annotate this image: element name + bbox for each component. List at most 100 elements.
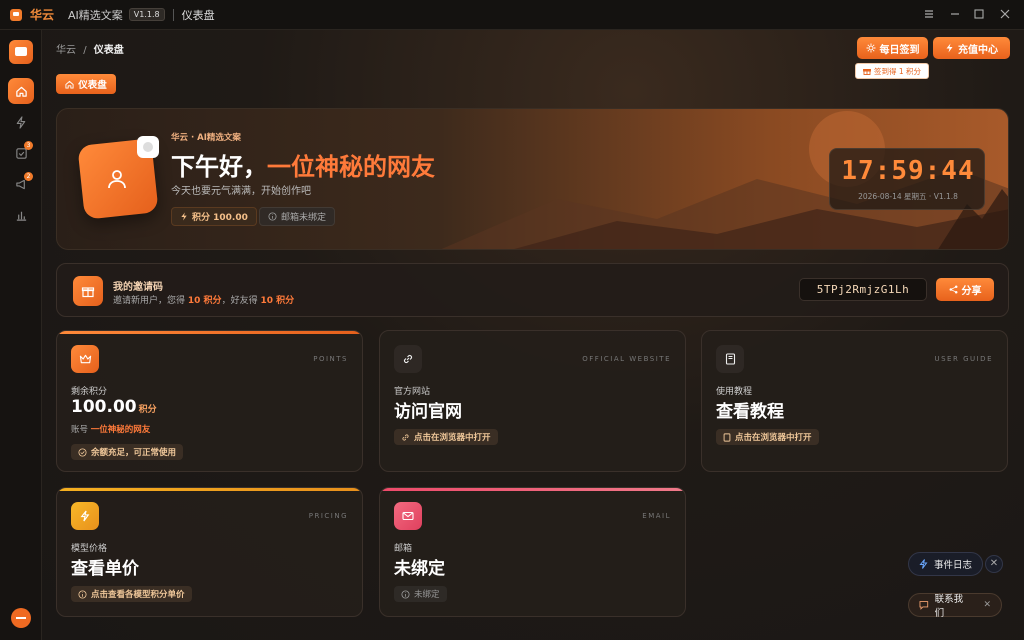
card-label: 剩余积分 — [71, 387, 108, 397]
card-tag: EMAIL — [642, 512, 671, 520]
user-icon — [108, 170, 126, 189]
share-icon — [949, 285, 957, 294]
card-accent-bar — [57, 488, 362, 491]
share-label: 分享 — [961, 286, 982, 297]
points-unit: 积分 — [138, 405, 157, 415]
sidebar-item-home[interactable] — [8, 78, 34, 104]
pricing-card[interactable]: PRICING 模型价格 查看单价 点击查看各模型积分单价 — [56, 487, 363, 617]
user-guide-card[interactable]: USER GUIDE 使用教程 查看教程 点击在浏览器中打开 — [701, 330, 1008, 472]
sidebar-item-notices[interactable]: 2 — [8, 171, 34, 197]
card-tag: POINTS — [313, 355, 348, 363]
card-accent-bar — [57, 331, 362, 334]
open-in-browser-text: 点击在浏览器中打开 — [735, 433, 812, 443]
daily-checkin-button[interactable]: 每日签到 — [857, 37, 928, 59]
hero-greeting: 下午好，一位神秘的网友 — [171, 147, 435, 182]
tasks-count-badge: 3 — [24, 141, 33, 150]
email-card[interactable]: EMAIL 邮箱 未绑定 未绑定 — [379, 487, 686, 617]
open-in-browser-chip[interactable]: 点击在浏览器中打开 — [394, 429, 498, 445]
avatar-edit-badge[interactable] — [137, 136, 159, 158]
event-log-label: 事件日志 — [934, 560, 973, 571]
official-website-card[interactable]: OFFICIAL WEBSITE 官方网站 访问官网 点击在浏览器中打开 — [379, 330, 686, 472]
chat-icon — [919, 601, 929, 610]
clock-time: 17:59:44 — [841, 156, 975, 186]
version-badge: V1.1.8 — [128, 8, 165, 21]
account-line: 账号 一位神秘的网友 — [71, 423, 150, 435]
home-icon — [65, 80, 74, 89]
points-value: 100.00 — [71, 397, 137, 417]
card-tag: OFFICIAL WEBSITE — [582, 355, 671, 363]
event-log-button[interactable]: 事件日志 — [908, 552, 984, 576]
card-value: 查看单价 — [71, 559, 139, 579]
book-icon — [723, 432, 731, 442]
close-contact-icon[interactable]: ✕ — [983, 600, 991, 610]
card-value: 访问官网 — [394, 402, 462, 422]
account-name: 一位神秘的网友 — [90, 425, 151, 435]
recharge-center-button[interactable]: 充值中心 — [933, 37, 1010, 59]
title-divider — [172, 8, 174, 21]
bar-chart-icon — [16, 211, 26, 221]
contact-us-label: 联系我们 — [934, 594, 964, 619]
contact-us-button[interactable]: 联系我们 ✕ — [908, 593, 1002, 619]
breadcrumb-current: 仪表盘 — [93, 45, 124, 56]
maximize-icon[interactable] — [970, 6, 988, 24]
link-icon — [394, 345, 422, 373]
invite-desc-prefix: 邀请新用户，您得 — [113, 296, 186, 306]
notices-count-badge: 2 — [24, 172, 33, 181]
checkin-tooltip: 签到得 1 积分 — [855, 63, 929, 79]
info-circle-icon — [78, 589, 87, 599]
invite-code[interactable]: 5TPj2RmjzG1Lh — [799, 278, 927, 301]
invite-desc-mid: ，好友得 — [221, 296, 258, 306]
invite-reward-self: 10 积分 — [187, 296, 222, 306]
invite-reward-friend: 10 积分 — [260, 296, 295, 306]
card-label: 模型价格 — [71, 544, 108, 554]
book-icon — [716, 345, 744, 373]
gift-icon — [863, 69, 871, 75]
points-chip: 积分 100.00 — [171, 207, 257, 226]
info-circle-icon — [268, 212, 277, 221]
account-prefix: 账号 — [71, 425, 89, 435]
sidebar-item-tasks[interactable]: 3 — [8, 140, 34, 166]
lightning-icon — [16, 115, 26, 129]
points-card: POINTS 剩余积分 100.00 积分 账号 一位神秘的网友 余额充足，可正常… — [56, 330, 363, 472]
card-label: 邮箱 — [394, 544, 413, 554]
clock-panel: 17:59:44 2026-08-14 星期五 · V1.1.8 — [829, 148, 985, 210]
sun-icon — [866, 43, 875, 53]
lightning-icon — [71, 502, 99, 530]
lightning-icon — [946, 43, 953, 53]
card-label: 使用教程 — [716, 387, 753, 397]
sidebar-item-stats[interactable] — [8, 202, 34, 228]
breadcrumb-root[interactable]: 华云 — [56, 45, 76, 56]
check-circle-icon — [78, 447, 87, 457]
username: 一位神秘的网友 — [267, 153, 435, 181]
greeting-text: 下午好， — [171, 153, 267, 181]
points-balance: 100.00 积分 — [71, 397, 157, 417]
open-in-browser-chip[interactable]: 点击在浏览器中打开 — [716, 429, 819, 445]
open-in-browser-text: 点击在浏览器中打开 — [414, 433, 491, 443]
card-label: 官方网站 — [394, 387, 431, 397]
view-pricing-chip[interactable]: 点击查看各模型积分单价 — [71, 586, 192, 602]
clock-date: 2026-08-14 星期五 · V1.1.8 — [858, 192, 958, 201]
view-pricing-text: 点击查看各模型积分单价 — [91, 590, 185, 600]
close-window-icon[interactable] — [996, 6, 1014, 24]
home-icon — [15, 86, 27, 97]
main-content: 华云 / 仪表盘 每日签到 充值中心 签到得 1 积分 仪表盘 华云 · AI精… — [42, 30, 1024, 640]
lightning-icon — [919, 559, 928, 569]
tab-dashboard[interactable]: 仪表盘 — [56, 74, 116, 94]
brand-name: 华云 — [30, 8, 55, 22]
menu-icon[interactable] — [920, 6, 938, 24]
gift-icon — [73, 276, 103, 306]
recharge-center-label: 充值中心 — [958, 44, 998, 56]
sidebar-item-generate[interactable] — [8, 109, 34, 135]
email-chip-text: 邮箱未绑定 — [281, 213, 327, 223]
window-page-title: 仪表盘 — [181, 8, 215, 22]
close-event-log-icon[interactable]: ✕ — [985, 555, 1003, 573]
share-button[interactable]: 分享 — [936, 278, 994, 301]
minimize-icon[interactable] — [946, 6, 964, 24]
sidebar: 3 2 — [0, 30, 42, 640]
balance-status-text: 余额充足，可正常使用 — [91, 448, 177, 458]
info-circle-icon — [401, 589, 410, 599]
tab-dashboard-label: 仪表盘 — [78, 80, 107, 91]
email-status-chip: 未绑定 — [394, 586, 447, 602]
link-icon — [402, 433, 409, 441]
collapse-sidebar-button[interactable] — [11, 608, 31, 628]
